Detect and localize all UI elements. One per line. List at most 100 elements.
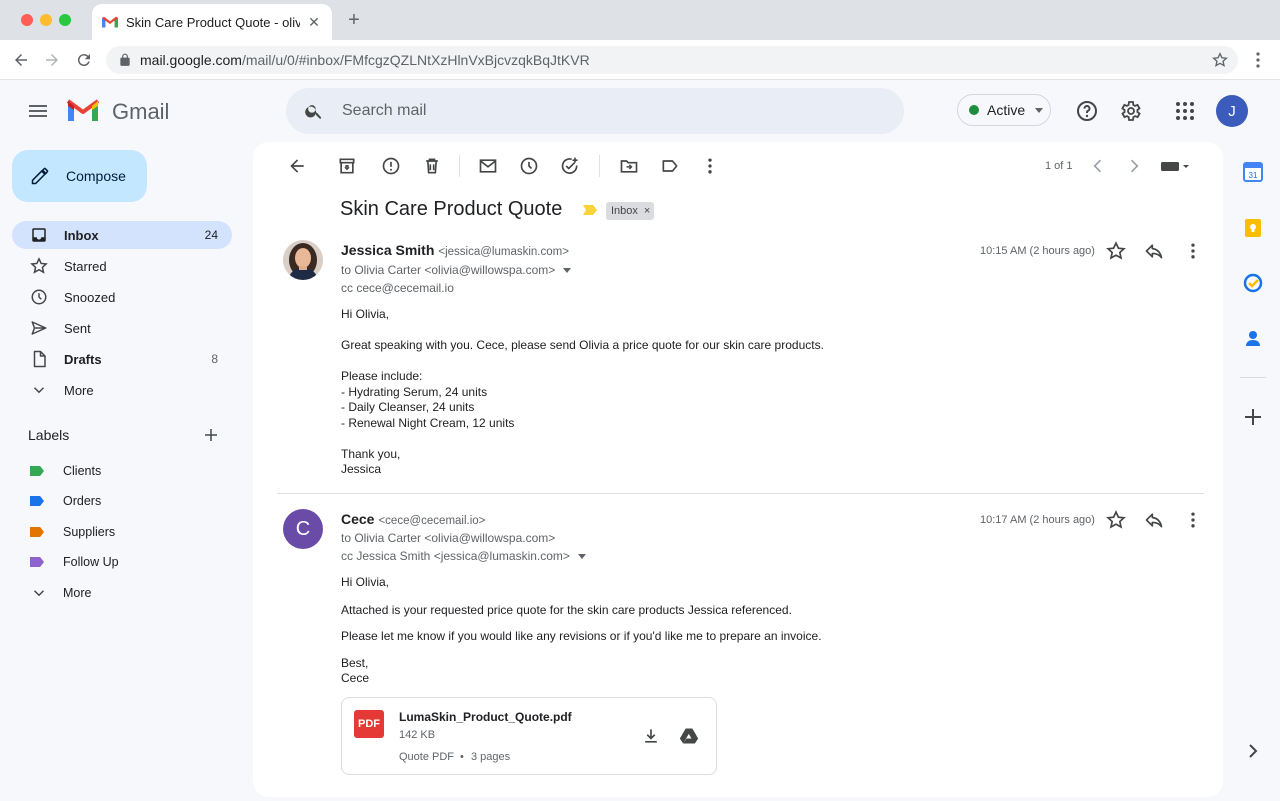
chevron-down-icon[interactable] (563, 268, 572, 274)
label-tag-icon (30, 527, 44, 537)
search-bar[interactable] (286, 88, 904, 134)
chevron-down-icon[interactable] (577, 554, 586, 560)
labels-heading: Labels (28, 427, 70, 443)
body-line: Hi Olivia, (341, 575, 390, 589)
main-menu-icon[interactable] (26, 99, 50, 123)
archive-icon[interactable] (337, 156, 357, 176)
more-options-icon[interactable] (1183, 510, 1203, 530)
delete-trash-icon[interactable] (422, 156, 442, 176)
contacts-app-icon[interactable] (1243, 328, 1263, 348)
recipient-line: to Olivia Carter <olivia@willowspa.com> (341, 263, 556, 277)
add-task-icon[interactable] (560, 156, 580, 176)
mark-unread-mail-icon[interactable] (478, 156, 498, 176)
new-tab-button[interactable]: + (344, 10, 364, 30)
send-icon (30, 319, 48, 337)
previous-chevron-icon[interactable] (1088, 156, 1108, 176)
attachment-card[interactable]: PDF LumaSkin_Product_Quote.pdf 142 KB Qu… (341, 697, 717, 775)
account-avatar[interactable]: J (1216, 95, 1248, 127)
add-addon-icon[interactable] (1243, 407, 1263, 427)
reply-icon[interactable] (1144, 241, 1164, 261)
sidebar-item-label: Starred (64, 258, 107, 274)
label-tag-icon (30, 466, 44, 476)
download-icon[interactable] (641, 726, 661, 746)
remove-label-icon[interactable]: × (644, 205, 650, 217)
label-tag-outline-icon[interactable] (660, 156, 680, 176)
move-to-folder-icon[interactable] (619, 156, 639, 176)
attachment-size: 142 KB (399, 729, 436, 741)
body-line: Attached is your requested price quote f… (341, 603, 792, 617)
browser-tab[interactable]: Skin Care Product Quote - olivia@ ✕ (92, 4, 332, 40)
label-item-orders[interactable]: Orders (12, 488, 232, 514)
sidebar-item-inbox[interactable]: Inbox 24 (12, 221, 232, 249)
help-icon[interactable] (1075, 99, 1099, 123)
settings-gear-icon[interactable] (1118, 99, 1142, 123)
tasks-app-icon[interactable] (1243, 273, 1263, 293)
browser-menu-icon[interactable] (1250, 50, 1266, 70)
save-to-drive-icon[interactable] (679, 726, 699, 746)
status-label: Active (987, 102, 1026, 118)
forward-arrow-icon[interactable] (42, 50, 62, 70)
search-icon[interactable] (304, 101, 324, 121)
pencil-icon (31, 167, 49, 185)
sender-email: <cece@cecemail.io> (378, 515, 486, 527)
next-chevron-icon[interactable] (1124, 156, 1144, 176)
star-icon[interactable] (1106, 510, 1126, 530)
sender-name: Cece <cece@cecemail.io> (341, 511, 485, 527)
bookmark-star-icon[interactable] (1212, 52, 1228, 68)
label-item-suppliers[interactable]: Suppliers (12, 519, 232, 545)
chevron-down-icon (30, 584, 48, 602)
side-rail-divider (1240, 377, 1266, 378)
search-input[interactable] (342, 102, 842, 120)
more-options-icon[interactable] (1183, 241, 1203, 261)
tab-close-icon[interactable]: ✕ (306, 14, 322, 30)
reload-icon[interactable] (74, 50, 94, 70)
sidebar-item-snoozed[interactable]: Snoozed (12, 283, 232, 311)
window-close-button[interactable] (21, 14, 33, 26)
body-line: Great speaking with you. Cece, please se… (341, 338, 824, 352)
sender-name: Jessica Smith <jessica@lumaskin.com> (341, 242, 569, 258)
more-options-icon[interactable] (700, 156, 720, 176)
add-label-icon[interactable] (202, 426, 220, 444)
address-bar[interactable]: mail.google.com/mail/u/0/#inbox/FMfcgzQZ… (106, 46, 1238, 74)
sidebar-item-drafts[interactable]: Drafts 8 (12, 345, 232, 373)
sidebar-item-more[interactable]: More (12, 376, 232, 404)
reply-icon[interactable] (1144, 510, 1164, 530)
url-path: /mail/u/0/#inbox/FMfcgzQZLNtXzHlnVxBjcvz… (241, 52, 590, 68)
sidebar-item-sent[interactable]: Sent (12, 314, 232, 342)
window-minimize-button[interactable] (40, 14, 52, 26)
drafts-count: 8 (211, 352, 218, 366)
star-icon[interactable] (1106, 241, 1126, 261)
keep-app-icon[interactable] (1243, 218, 1263, 238)
back-arrow-icon[interactable] (11, 50, 31, 70)
labels-more[interactable]: More (12, 580, 232, 606)
sidebar-item-starred[interactable]: Starred (12, 252, 232, 280)
label-item-clients[interactable]: Clients (12, 458, 232, 484)
calendar-day-number: 31 (1249, 171, 1258, 180)
sidebar-item-label: Drafts (64, 351, 102, 367)
url-host: mail.google.com (140, 52, 242, 68)
cc-details[interactable]: cc Jessica Smith <jessica@lumaskin.com> (341, 549, 586, 563)
importance-marker-icon[interactable] (583, 205, 597, 215)
body-line: Cece (341, 671, 370, 685)
label-item-follow-up[interactable]: Follow Up (12, 549, 232, 575)
sender-avatar-photo[interactable] (283, 240, 323, 280)
sender-avatar[interactable]: C (283, 509, 323, 549)
keyboard-input-icon[interactable] (1159, 156, 1191, 176)
attachment-filename: LumaSkin_Product_Quote.pdf (399, 710, 572, 724)
recipient-line: to Olivia Carter <olivia@willowspa.com> (341, 531, 556, 545)
compose-button[interactable]: Compose (12, 150, 147, 202)
toolbar-divider (459, 155, 460, 177)
back-arrow-icon[interactable] (287, 156, 307, 176)
window-zoom-button[interactable] (59, 14, 71, 26)
recipient-details[interactable]: to Olivia Carter <olivia@willowspa.com> (341, 263, 572, 277)
status-selector[interactable]: Active (957, 94, 1051, 126)
expand-side-panel-chevron-icon[interactable] (1243, 741, 1263, 761)
status-dot (969, 105, 979, 115)
compose-label: Compose (66, 168, 126, 184)
gmail-logo[interactable] (66, 97, 100, 123)
sender-email: <jessica@lumaskin.com> (438, 246, 569, 258)
calendar-app-icon[interactable]: 31 (1243, 162, 1263, 182)
apps-grid-icon[interactable] (1173, 99, 1197, 123)
snooze-clock-icon[interactable] (519, 156, 539, 176)
report-spam-icon[interactable] (381, 156, 401, 176)
